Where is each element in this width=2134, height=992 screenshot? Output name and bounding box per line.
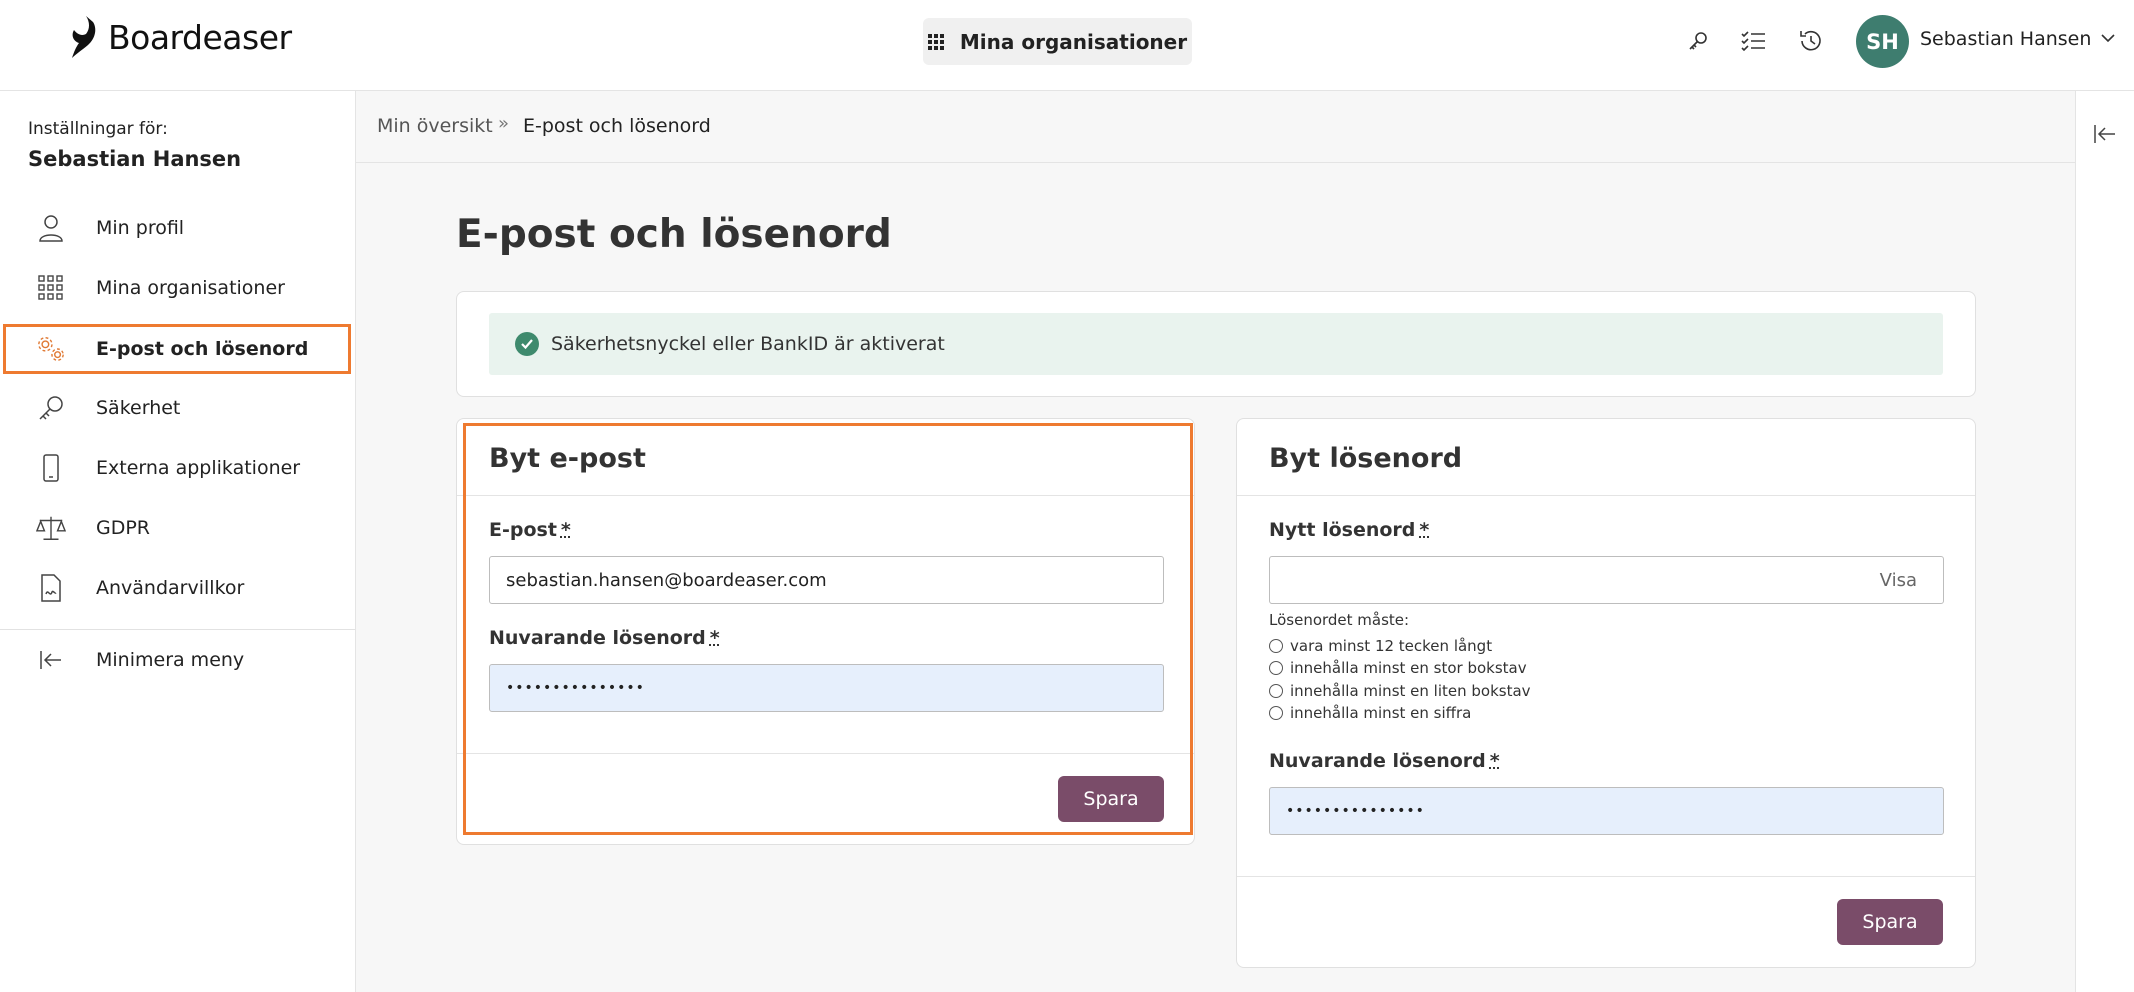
current-password-label-text: Nuvarande lösenord <box>1269 750 1486 772</box>
boardeaser-logo[interactable]: Boardeaser <box>70 14 292 60</box>
sidebar-minimize-label: Minimera meny <box>96 649 245 671</box>
org-switcher-label: Mina organisationer <box>959 29 1188 54</box>
sidebar-item-security[interactable]: Säkerhet <box>0 383 356 433</box>
apps-grid-icon <box>927 33 944 50</box>
top-header: Boardeaser Mina organisationer SH Sebast… <box>0 0 2134 91</box>
settings-sidebar: Inställningar för: Sebastian Hansen Min … <box>0 91 356 992</box>
required-mark: * <box>1419 519 1430 541</box>
user-avatar[interactable]: SH <box>1856 15 1909 68</box>
logo-text: Boardeaser <box>108 17 292 57</box>
show-password-toggle[interactable]: Visa <box>1880 570 1917 591</box>
check-circle-icon <box>515 332 539 356</box>
sidebar-item-gdpr[interactable]: GDPR <box>0 503 356 553</box>
collapse-left-icon <box>36 645 66 675</box>
sidebar-item-label: Användarvillkor <box>96 577 245 599</box>
current-password-input[interactable]: ••••••••••••••• <box>1269 787 1944 835</box>
sidebar-item-organisations[interactable]: Mina organisationer <box>0 263 356 313</box>
sidebar-item-label: Säkerhet <box>96 397 181 419</box>
password-rule-text: vara minst 12 tecken långt <box>1290 637 1493 655</box>
breadcrumb-separator: » <box>498 113 510 134</box>
change-password-card: Byt lösenord Nytt lösenord * Visa Lösenor… <box>1236 418 1976 968</box>
password-rule: innehålla minst en siffra <box>1269 704 1471 722</box>
sidebar-item-label: Mina organisationer <box>96 277 285 299</box>
sidebar-item-profile[interactable]: Min profil <box>0 203 356 253</box>
change-password-title: Byt lösenord <box>1269 443 1463 474</box>
collapse-left-icon[interactable] <box>2093 123 2117 149</box>
user-icon <box>36 213 66 243</box>
radio-circle-icon <box>1269 639 1283 653</box>
required-mark: * <box>1489 750 1500 772</box>
key-icon <box>36 393 66 423</box>
password-rules-title: Lösenordet måste: <box>1269 611 1410 629</box>
chevron-down-icon[interactable] <box>2100 30 2116 50</box>
card-divider <box>1237 495 1975 496</box>
card-divider <box>1237 876 1975 877</box>
sidebar-item-label: Min profil <box>96 217 185 239</box>
active-item-highlight <box>3 324 351 374</box>
alert-text: Säkerhetsnyckel eller BankID är aktivera… <box>551 333 945 355</box>
save-password-button[interactable]: Spara <box>1837 899 1943 945</box>
password-rule: vara minst 12 tecken långt <box>1269 637 1492 655</box>
key-icon[interactable] <box>1683 26 1713 56</box>
checklist-icon[interactable] <box>1738 26 1768 56</box>
password-rule-text: innehålla minst en liten bokstav <box>1290 682 1531 700</box>
settings-for-label: Inställningar för: <box>28 119 168 139</box>
password-rule: innehålla minst en stor bokstav <box>1269 659 1527 677</box>
breadcrumb-home-link[interactable]: Min översikt <box>377 115 493 137</box>
new-password-label: Nytt lösenord * <box>1269 519 1429 541</box>
sidebar-item-label: GDPR <box>96 517 151 539</box>
org-switcher-button[interactable]: Mina organisationer <box>923 18 1192 65</box>
sidebar-item-label: Externa applikationer <box>96 457 301 479</box>
new-password-input[interactable]: Visa <box>1269 556 1944 604</box>
radio-circle-icon <box>1269 661 1283 675</box>
grid-icon <box>36 273 66 303</box>
history-icon[interactable] <box>1796 26 1826 56</box>
document-icon <box>36 573 66 603</box>
settings-user-name: Sebastian Hansen <box>28 147 242 171</box>
alert-card: Säkerhetsnyckel eller BankID är aktivera… <box>456 291 1976 397</box>
new-password-label-text: Nytt lösenord <box>1269 519 1416 541</box>
logo-mark-icon <box>72 16 96 58</box>
radio-circle-icon <box>1269 684 1283 698</box>
page-title: E-post och lösenord <box>456 212 892 257</box>
right-rail <box>2075 91 2134 992</box>
sidebar-minimize-button[interactable]: Minimera meny <box>0 635 356 685</box>
current-password-label: Nuvarande lösenord * <box>1269 750 1500 772</box>
sidebar-item-terms[interactable]: Användarvillkor <box>0 563 356 613</box>
password-rule-text: innehålla minst en siffra <box>1290 704 1472 722</box>
phone-icon <box>36 453 66 483</box>
scale-icon <box>36 513 66 543</box>
password-rule-text: innehålla minst en stor bokstav <box>1290 659 1527 677</box>
breadcrumb: Min översikt » E-post och lösenord <box>356 91 2075 163</box>
email-card-highlight <box>463 423 1193 835</box>
user-name[interactable]: Sebastian Hansen <box>1920 28 2091 50</box>
breadcrumb-current: E-post och lösenord <box>523 115 711 137</box>
sidebar-item-external-apps[interactable]: Externa applikationer <box>0 443 356 493</box>
password-rule: innehålla minst en liten bokstav <box>1269 682 1531 700</box>
sidebar-divider <box>0 629 355 630</box>
success-alert: Säkerhetsnyckel eller BankID är aktivera… <box>489 313 1943 375</box>
radio-circle-icon <box>1269 706 1283 720</box>
